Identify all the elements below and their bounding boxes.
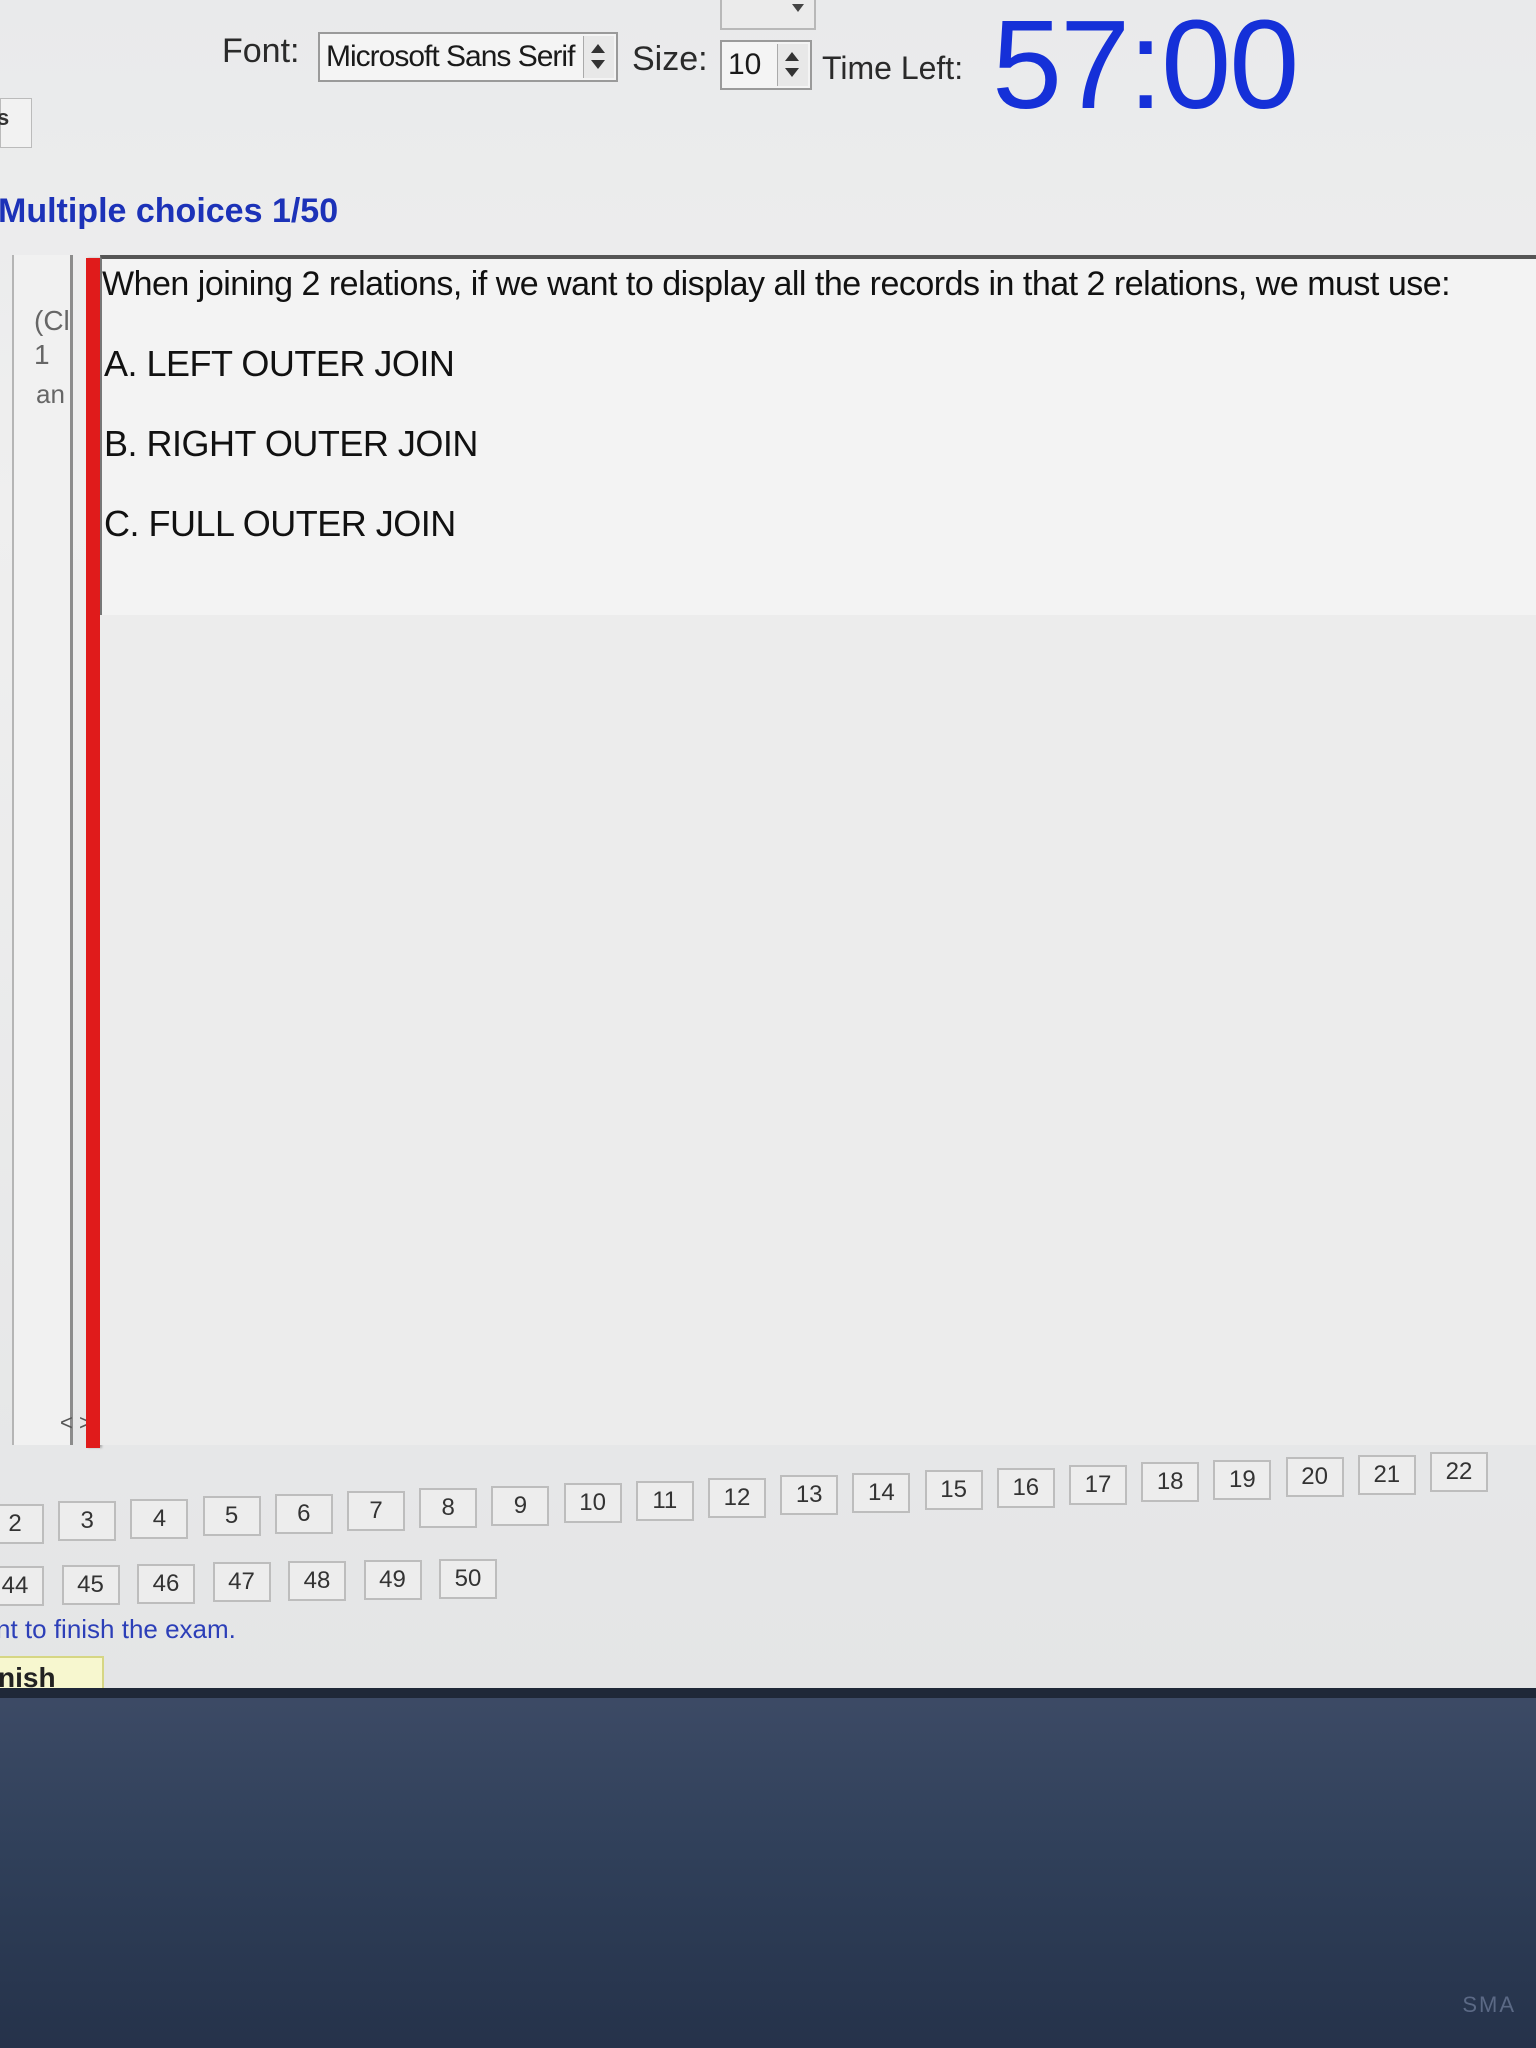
question-nav-button-9[interactable]: 9 [491,1485,550,1526]
question-nav-button-5[interactable]: 5 [202,1496,261,1537]
question-nav-button-19[interactable]: 19 [1213,1459,1272,1500]
font-spin-icon[interactable] [583,36,614,78]
question-nav-button-18[interactable]: 18 [1141,1462,1200,1503]
size-value: 10 [728,48,762,81]
answer-area [100,615,1536,1445]
question-nav-button-6[interactable]: 6 [274,1493,333,1534]
question-nav-button-44[interactable]: 44 [0,1566,44,1606]
question-panel: When joining 2 relations, if we want to … [100,255,1536,615]
question-nav-button-8[interactable]: 8 [419,1488,478,1529]
question-nav-button-3[interactable]: 3 [58,1501,117,1542]
countdown-timer: 57:00 [992,0,1299,135]
left-edge-glyph: s [0,105,10,130]
question-nav-button-47[interactable]: 47 [212,1562,271,1603]
question-nav-button-48[interactable]: 48 [288,1561,346,1602]
question-nav-button-20[interactable]: 20 [1285,1457,1344,1498]
size-select[interactable]: 10 [720,40,812,90]
option-a[interactable]: A. LEFT OUTER JOIN [104,343,455,385]
question-nav-button-21[interactable]: 21 [1357,1454,1416,1495]
question-nav-button-13[interactable]: 13 [780,1475,839,1516]
question-nav-button-17[interactable]: 17 [1069,1465,1127,1505]
font-label: Font: [222,32,300,70]
toolbar: Font: Microsoft Sans Serif Size: 10 Time… [0,0,1536,160]
top-dropdown[interactable] [720,0,816,30]
monitor-bezel: SMA [0,1688,1536,2048]
question-nav-button-49[interactable]: 49 [363,1560,422,1600]
question-nav-button-7[interactable]: 7 [347,1491,405,1531]
question-nav-button-14[interactable]: 14 [852,1472,911,1513]
question-nav-button-22[interactable]: 22 [1430,1452,1488,1492]
question-nav-button-4[interactable]: 4 [130,1498,189,1539]
option-b[interactable]: B. RIGHT OUTER JOIN [104,423,478,465]
exam-screen: Font: Microsoft Sans Serif Size: 10 Time… [0,0,1536,1700]
time-left-label: Time Left: [822,50,964,86]
question-nav-button-45[interactable]: 45 [61,1564,120,1605]
question-nav-button-50[interactable]: 50 [439,1558,497,1599]
left-side-panel: (Cl 1 an [12,255,73,1445]
question-nav-button-2[interactable]: 2 [0,1504,44,1544]
left-edge-control[interactable]: s [0,98,32,148]
question-nav-button-11[interactable]: 11 [635,1480,694,1521]
question-nav-button-10[interactable]: 10 [563,1483,622,1524]
font-value: Microsoft Sans Serif [326,40,575,73]
size-label: Size: [632,40,708,78]
finish-instruction: nt to finish the exam. [0,1614,236,1644]
section-title: Multiple choices 1/50 [0,192,339,230]
question-nav-button-16[interactable]: 16 [996,1467,1055,1508]
question-nav-button-12[interactable]: 12 [708,1478,766,1518]
option-c[interactable]: C. FULL OUTER JOIN [104,503,456,545]
left-fragment: (Cl [34,305,70,336]
font-select[interactable]: Microsoft Sans Serif [318,32,618,82]
left-fragment: 1 [34,339,50,370]
question-nav-button-15[interactable]: 15 [924,1470,983,1511]
bezel-logo: SMA [1462,1992,1516,2017]
left-fragment: an [36,379,65,409]
question-text: When joining 2 relations, if we want to … [102,265,1451,303]
question-nav-button-46[interactable]: 46 [137,1563,195,1604]
size-spin-icon[interactable] [777,44,808,86]
dropdown-arrow-icon [792,4,804,12]
splitter-bar[interactable] [86,258,100,1448]
